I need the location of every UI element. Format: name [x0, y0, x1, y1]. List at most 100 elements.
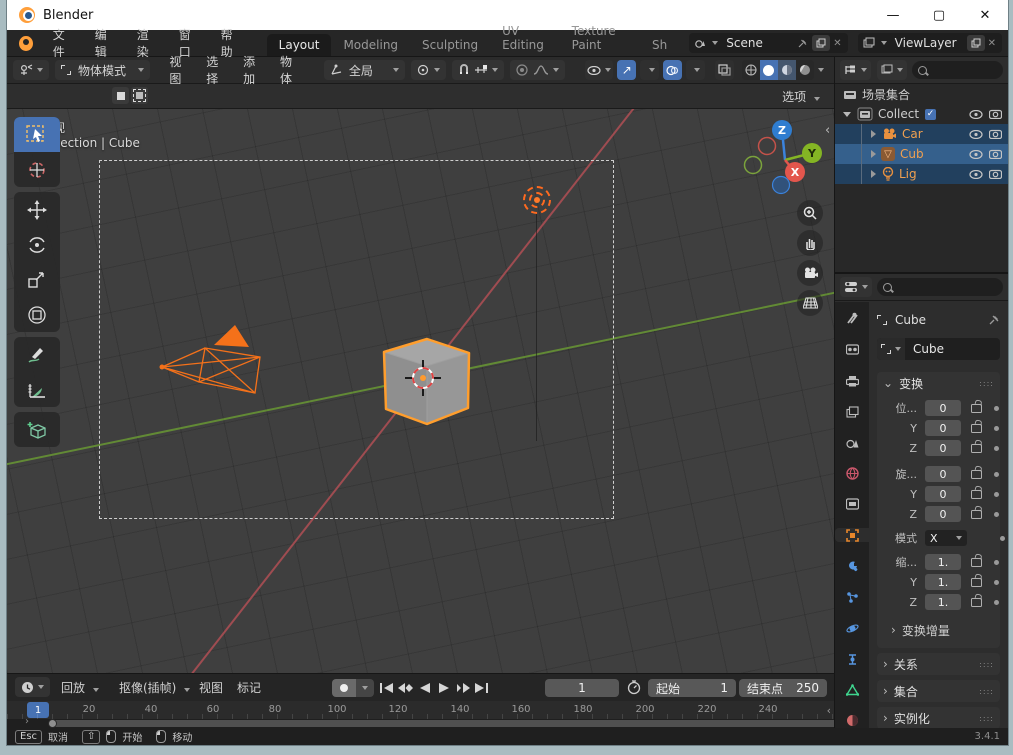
disable-render-icon[interactable]: [989, 149, 1002, 159]
select-set-button[interactable]: [112, 87, 129, 104]
remove-viewlayer-icon[interactable]: ✕: [988, 38, 996, 49]
animate-dot-icon[interactable]: [1000, 535, 1005, 541]
play-button[interactable]: [434, 679, 453, 697]
overlays-dropdown[interactable]: [685, 60, 705, 80]
play-reverse-button[interactable]: [415, 679, 434, 697]
hide-eye-icon[interactable]: [969, 129, 983, 139]
jump-to-end-button[interactable]: [472, 679, 491, 697]
outliner-display-mode[interactable]: [840, 60, 871, 80]
lock-icon[interactable]: [971, 443, 982, 453]
menu-file[interactable]: 文件: [43, 26, 85, 60]
add-cube-tool[interactable]: [14, 412, 60, 447]
camera-object[interactable]: [157, 320, 272, 405]
scrollbar-left-handle[interactable]: [48, 719, 57, 728]
menu-view[interactable]: 视图: [160, 53, 197, 87]
drag-handle-icon[interactable]: ::::: [979, 660, 994, 669]
animate-dot-icon[interactable]: [994, 579, 999, 585]
blender-menu-icon[interactable]: [19, 35, 33, 51]
transform-tool[interactable]: [14, 297, 60, 332]
minimize-button[interactable]: —: [870, 0, 916, 30]
timeline-scrollbar[interactable]: ›: [7, 716, 964, 728]
outliner-filter-button[interactable]: [877, 60, 907, 80]
tab-world[interactable]: [835, 467, 869, 481]
select-box-tool[interactable]: [14, 117, 60, 152]
next-keyframe-button[interactable]: [453, 679, 472, 697]
xray-toggle[interactable]: [714, 60, 734, 80]
drag-handle-icon[interactable]: ::::: [979, 687, 994, 696]
shading-material-button[interactable]: [777, 60, 796, 80]
animate-dot-icon[interactable]: [994, 559, 999, 565]
current-frame-field[interactable]: 1: [545, 679, 619, 697]
shading-rendered-button[interactable]: [796, 60, 814, 80]
camera-row[interactable]: Car: [835, 124, 1008, 144]
unlink-scene-icon[interactable]: ✕: [833, 38, 841, 49]
hide-eye-icon[interactable]: [969, 169, 983, 179]
options-dropdown[interactable]: 选项: [782, 88, 820, 105]
jump-to-start-button[interactable]: [377, 679, 396, 697]
maximize-button[interactable]: ▢: [916, 0, 962, 30]
animate-dot-icon[interactable]: [994, 471, 999, 477]
location-y-field[interactable]: 0: [925, 420, 961, 436]
close-button[interactable]: ✕: [962, 0, 1008, 30]
drag-handle-icon[interactable]: ::::: [979, 379, 994, 388]
animate-dot-icon[interactable]: [994, 405, 999, 411]
disable-render-icon[interactable]: [989, 129, 1002, 139]
outliner-search-input[interactable]: [912, 61, 1003, 79]
timeline-menu-keying[interactable]: 抠像(插帧): [119, 679, 191, 696]
viewport-canvas[interactable]: 用户透视 (1) Collection | Cube: [7, 109, 834, 673]
drag-handle-icon[interactable]: ::::: [979, 714, 994, 723]
properties-search-input[interactable]: [877, 278, 1003, 296]
object-type-dropdown[interactable]: [877, 338, 905, 360]
new-scene-button[interactable]: [812, 35, 831, 51]
menu-edit[interactable]: 编辑: [85, 26, 127, 60]
collections-panel[interactable]: › 集合::::: [877, 680, 1000, 702]
prev-keyframe-button[interactable]: [396, 679, 415, 697]
scene-selector[interactable]: Scene ✕: [689, 33, 848, 53]
scale-tool[interactable]: [14, 262, 60, 297]
properties-display-button[interactable]: [840, 277, 872, 297]
scroll-left-arrow[interactable]: ›: [25, 716, 29, 727]
timeline-menu-view[interactable]: 视图: [199, 679, 223, 696]
rotate-tool[interactable]: [14, 227, 60, 262]
tab-shading-truncated[interactable]: Sh: [640, 34, 679, 56]
shading-dropdown[interactable]: [818, 68, 825, 72]
object-name-field[interactable]: Cube: [877, 338, 1000, 360]
annotate-tool[interactable]: [14, 337, 60, 372]
auto-keying-toggle[interactable]: [332, 679, 356, 697]
light-object[interactable]: [523, 186, 551, 214]
tab-modeling[interactable]: Modeling: [331, 34, 410, 56]
pin-icon[interactable]: [794, 36, 810, 50]
keying-set-dropdown[interactable]: [356, 679, 374, 697]
sidebar-collapse-arrow[interactable]: ‹: [825, 123, 830, 138]
lock-icon[interactable]: [971, 597, 982, 607]
collection-checkbox[interactable]: ✓: [925, 108, 937, 120]
orientation-dropdown[interactable]: 全局: [323, 60, 406, 80]
measure-tool[interactable]: [14, 372, 60, 407]
shading-solid-button[interactable]: [759, 60, 778, 80]
tab-particles[interactable]: [835, 590, 869, 604]
tab-modifiers[interactable]: [835, 559, 869, 573]
tab-collection[interactable]: [835, 498, 869, 512]
pin-icon[interactable]: [988, 314, 1000, 326]
menu-object[interactable]: 物体: [271, 53, 308, 87]
scale-x-field[interactable]: 1.: [925, 554, 961, 570]
show-overlays-toggle[interactable]: [663, 60, 682, 80]
cube-row[interactable]: ▽ Cub: [835, 144, 1008, 164]
rotation-x-field[interactable]: 0: [925, 466, 961, 482]
tab-render[interactable]: [835, 343, 869, 357]
camera-view-button[interactable]: [797, 260, 823, 286]
disable-render-icon[interactable]: [989, 169, 1002, 179]
disable-render-icon[interactable]: [989, 109, 1002, 119]
disclosure-triangle-icon[interactable]: [871, 150, 876, 158]
hide-eye-icon[interactable]: [969, 149, 983, 159]
lock-icon[interactable]: [971, 557, 982, 567]
lock-icon[interactable]: [971, 509, 982, 519]
scale-y-field[interactable]: 1.: [925, 574, 961, 590]
mode-dropdown[interactable]: 物体模式: [55, 60, 151, 80]
lock-icon[interactable]: [971, 423, 982, 433]
select-extend-button[interactable]: [131, 87, 148, 104]
tab-material[interactable]: [835, 714, 869, 728]
relations-panel[interactable]: › 关系::::: [877, 653, 1000, 675]
gizmo-dropdown[interactable]: [640, 60, 660, 80]
instancing-panel[interactable]: › 实例化::::: [877, 707, 1000, 728]
